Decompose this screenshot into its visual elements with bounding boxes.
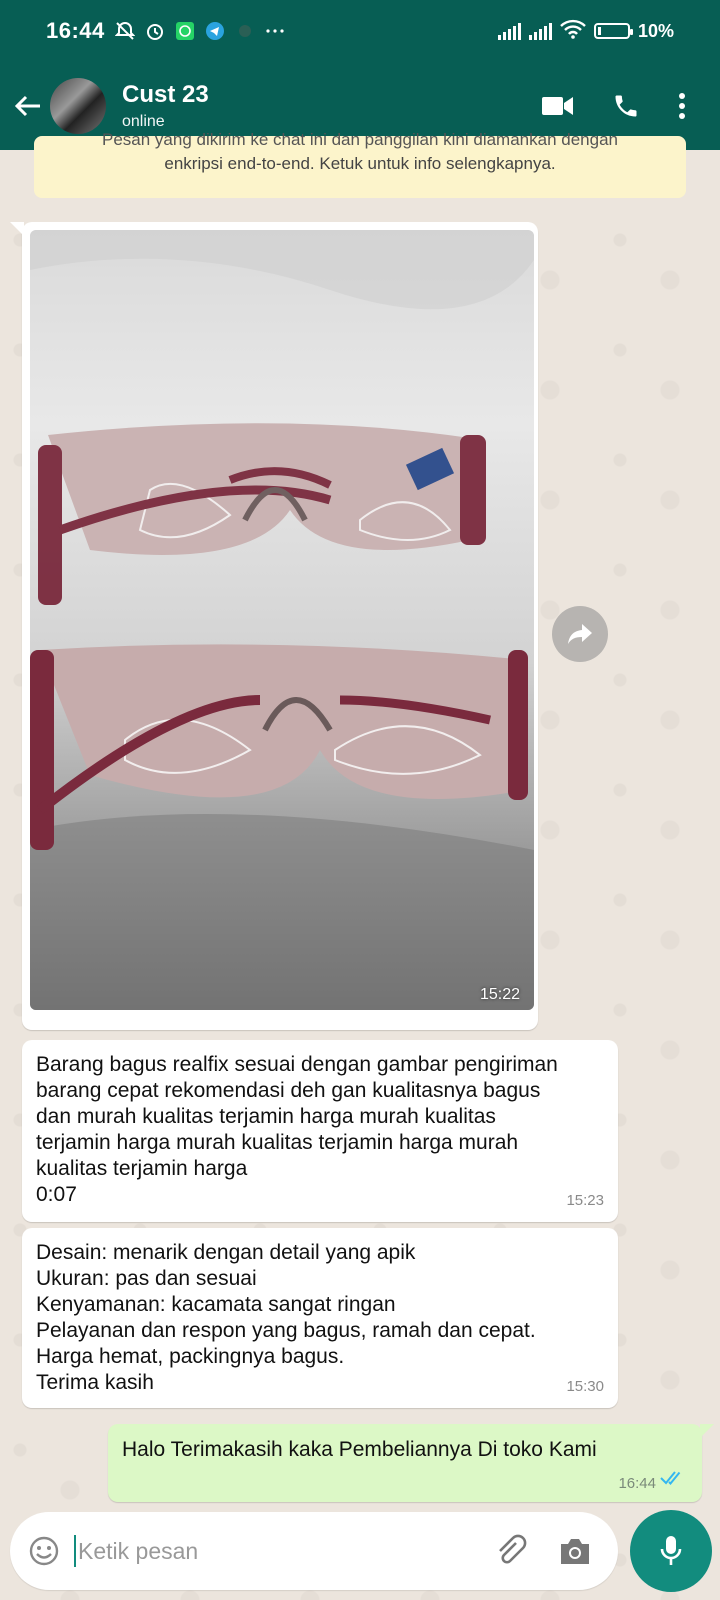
encryption-notice-line2: enkripsi end-to-end. Ketuk untuk info se… (164, 154, 556, 173)
status-time: 16:44 (46, 18, 105, 43)
image-message[interactable]: 15:22 (10, 222, 538, 1030)
alarm-icon (145, 21, 165, 41)
battery-text: 10% (637, 20, 674, 41)
signal-icon-2 (528, 22, 552, 40)
mic-icon[interactable] (630, 1510, 712, 1592)
back-arrow-icon[interactable] (14, 94, 44, 118)
message-text: Halo Terimakasih kaka Pembeliannya Di to… (122, 1438, 597, 1461)
message-text: Barang bagus realfix sesuai dengan gamba… (36, 1053, 558, 1206)
camera-icon[interactable] (558, 1536, 592, 1566)
mute-icon (114, 21, 135, 41)
video-call-icon[interactable] (542, 95, 574, 117)
battery-icon (593, 23, 633, 39)
more-options-icon[interactable] (678, 92, 686, 120)
telegram-notification-icon (205, 21, 225, 41)
contact-info[interactable]: Cust 23 online (122, 81, 209, 131)
message-text: Desain: menarik dengan detail yang apik … (36, 1241, 536, 1394)
wifi-icon (560, 19, 586, 44)
contact-name: Cust 23 (122, 81, 209, 108)
whatsapp-notification-icon (175, 21, 195, 41)
avatar[interactable] (50, 78, 106, 134)
message-input[interactable]: Ketik pesan (78, 1538, 494, 1565)
status-bar: 16:44 10% (0, 0, 720, 62)
more-notifications-icon (265, 21, 285, 41)
message-bubble-outgoing[interactable]: Halo Terimakasih kaka Pembeliannya Di to… (108, 1424, 714, 1502)
message-timestamp: 16:44 (618, 1475, 656, 1492)
message-composer: Ketik pesan (10, 1512, 618, 1590)
glasses-photo[interactable]: 15:22 (30, 230, 534, 1010)
message-bubble-incoming[interactable]: Barang bagus realfix sesuai dengan gamba… (22, 1040, 618, 1222)
message-bubble-incoming[interactable]: Desain: menarik dengan detail yang apik … (22, 1228, 618, 1408)
encryption-notice-line1: Pesan yang dikirim ke chat ini dan pangg… (101, 130, 618, 149)
app-notification-icon (235, 21, 255, 41)
text-cursor (74, 1535, 76, 1567)
message-timestamp: 15:30 (566, 1378, 604, 1395)
forward-icon[interactable] (552, 606, 608, 662)
system-status: 10% (497, 19, 674, 44)
notification-icons (114, 21, 285, 41)
message-timestamp: 15:23 (566, 1192, 604, 1209)
image-timestamp: 15:22 (479, 986, 520, 1003)
signal-icon (497, 22, 521, 40)
attach-icon[interactable] (494, 1534, 528, 1568)
header-actions (542, 92, 686, 120)
phone-call-icon[interactable] (612, 92, 640, 120)
emoji-icon[interactable] (28, 1535, 60, 1567)
double-tick-icon (660, 1468, 686, 1492)
encryption-notice[interactable]: Pesan yang dikirim ke chat ini dan pangg… (34, 130, 686, 198)
